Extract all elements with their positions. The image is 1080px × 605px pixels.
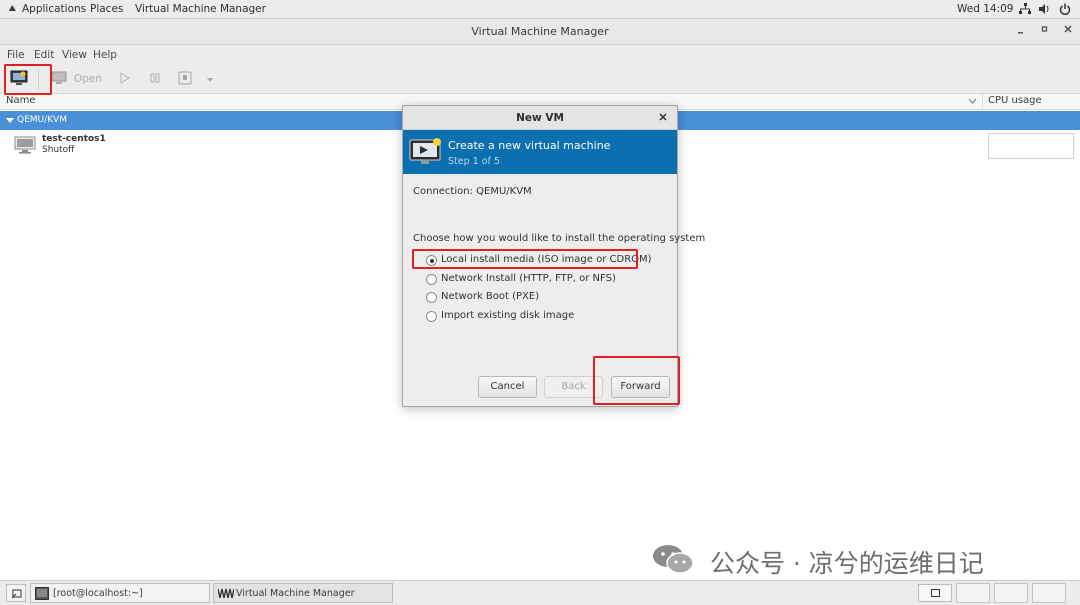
run-button[interactable] (119, 72, 131, 87)
power-icon[interactable] (1059, 3, 1071, 18)
watermark-text: 公众号 · 凉兮的运维日记 (709, 549, 984, 578)
close-button[interactable] (1064, 24, 1072, 37)
connection-text: Connection: QEMU/KVM (413, 186, 532, 197)
highlight-forward (593, 356, 680, 405)
workspace-window-icon (931, 589, 940, 597)
taskbar: [root@localhost:~] Virtual Machine Manag… (0, 580, 1080, 605)
open-button[interactable]: Open (74, 73, 102, 85)
window-titlebar[interactable]: Virtual Machine Manager (0, 19, 1080, 45)
expander-icon[interactable] (6, 116, 14, 127)
column-cpu-usage[interactable]: CPU usage (988, 95, 1042, 106)
option-network-install[interactable]: Network Install (HTTP, FTP, or NFS) (426, 273, 616, 285)
dialog-titlebar[interactable]: New VM (403, 106, 677, 130)
watermark: 公众号 · 凉兮的运维日记 (652, 543, 984, 579)
banner-title: Create a new virtual machine (448, 139, 611, 152)
menu-file[interactable]: File (7, 49, 25, 61)
shutdown-button[interactable] (178, 71, 192, 88)
maximize-button[interactable] (1041, 24, 1049, 37)
menu-view[interactable]: View (62, 49, 87, 61)
show-desktop-button[interactable] (6, 584, 26, 602)
menu-edit[interactable]: Edit (34, 49, 54, 61)
toolbar: Open (0, 65, 1080, 94)
network-icon[interactable] (1019, 3, 1031, 18)
places-menu[interactable]: Places (90, 3, 123, 15)
volume-icon[interactable] (1038, 3, 1051, 18)
new-vm-icon (409, 137, 443, 170)
column-divider (982, 94, 983, 110)
chevron-down-icon[interactable] (968, 97, 977, 108)
applications-menu[interactable]: Applications (22, 3, 86, 15)
menubar: File Edit View Help (0, 45, 1080, 65)
clock[interactable]: Wed 14:09 (957, 3, 1014, 15)
connection-label: QEMU/KVM (17, 115, 67, 125)
cancel-button[interactable]: Cancel (478, 376, 537, 398)
highlight-local-install (412, 249, 638, 269)
task-terminal-label: [root@localhost:~] (53, 588, 143, 599)
terminal-icon (35, 587, 49, 603)
dialog-banner: Create a new virtual machine Step 1 of 5 (403, 130, 677, 174)
workspace-2-button[interactable] (956, 583, 990, 603)
menu-help[interactable]: Help (93, 49, 117, 61)
active-app-menu[interactable]: Virtual Machine Manager (135, 3, 266, 15)
top-panel: Applications Places Virtual Machine Mana… (0, 0, 1080, 19)
cpu-usage-graph (988, 133, 1074, 159)
option-label: Import existing disk image (441, 310, 575, 321)
option-label: Network Install (HTTP, FTP, or NFS) (441, 273, 616, 284)
workspace-3-button[interactable] (994, 583, 1028, 603)
vm-monitor-icon (14, 136, 36, 157)
dialog-close-button[interactable] (659, 111, 667, 124)
workspace-1-button[interactable] (918, 584, 952, 602)
dialog-title: New VM (516, 112, 564, 124)
pause-button[interactable] (149, 72, 161, 87)
column-name[interactable]: Name (6, 95, 36, 106)
option-network-boot[interactable]: Network Boot (PXE) (426, 291, 540, 303)
workspace-4-button[interactable] (1032, 583, 1066, 603)
task-vmm[interactable]: Virtual Machine Manager (213, 583, 393, 603)
radio-import-disk-image[interactable] (426, 311, 437, 322)
task-vmm-label: Virtual Machine Manager (236, 588, 355, 599)
banner-step: Step 1 of 5 (448, 156, 500, 167)
highlight-new-vm (4, 64, 52, 95)
radio-network-install[interactable] (426, 274, 437, 285)
radio-network-boot[interactable] (426, 292, 437, 303)
wechat-icon (652, 543, 694, 581)
vmm-icon (217, 588, 235, 602)
vm-state: Shutoff (42, 145, 75, 155)
option-import-disk-image[interactable]: Import existing disk image (426, 310, 575, 322)
applications-icon (7, 3, 18, 17)
window-title: Virtual Machine Manager (471, 25, 609, 38)
open-vm-icon (51, 71, 67, 88)
task-terminal[interactable]: [root@localhost:~] (30, 583, 210, 603)
vm-name: test-centos1 (42, 134, 106, 144)
shutdown-dropdown-icon[interactable] (206, 74, 214, 86)
minimize-button[interactable] (1017, 24, 1025, 37)
option-label: Network Boot (PXE) (441, 291, 540, 302)
install-prompt: Choose how you would like to install the… (413, 233, 706, 244)
